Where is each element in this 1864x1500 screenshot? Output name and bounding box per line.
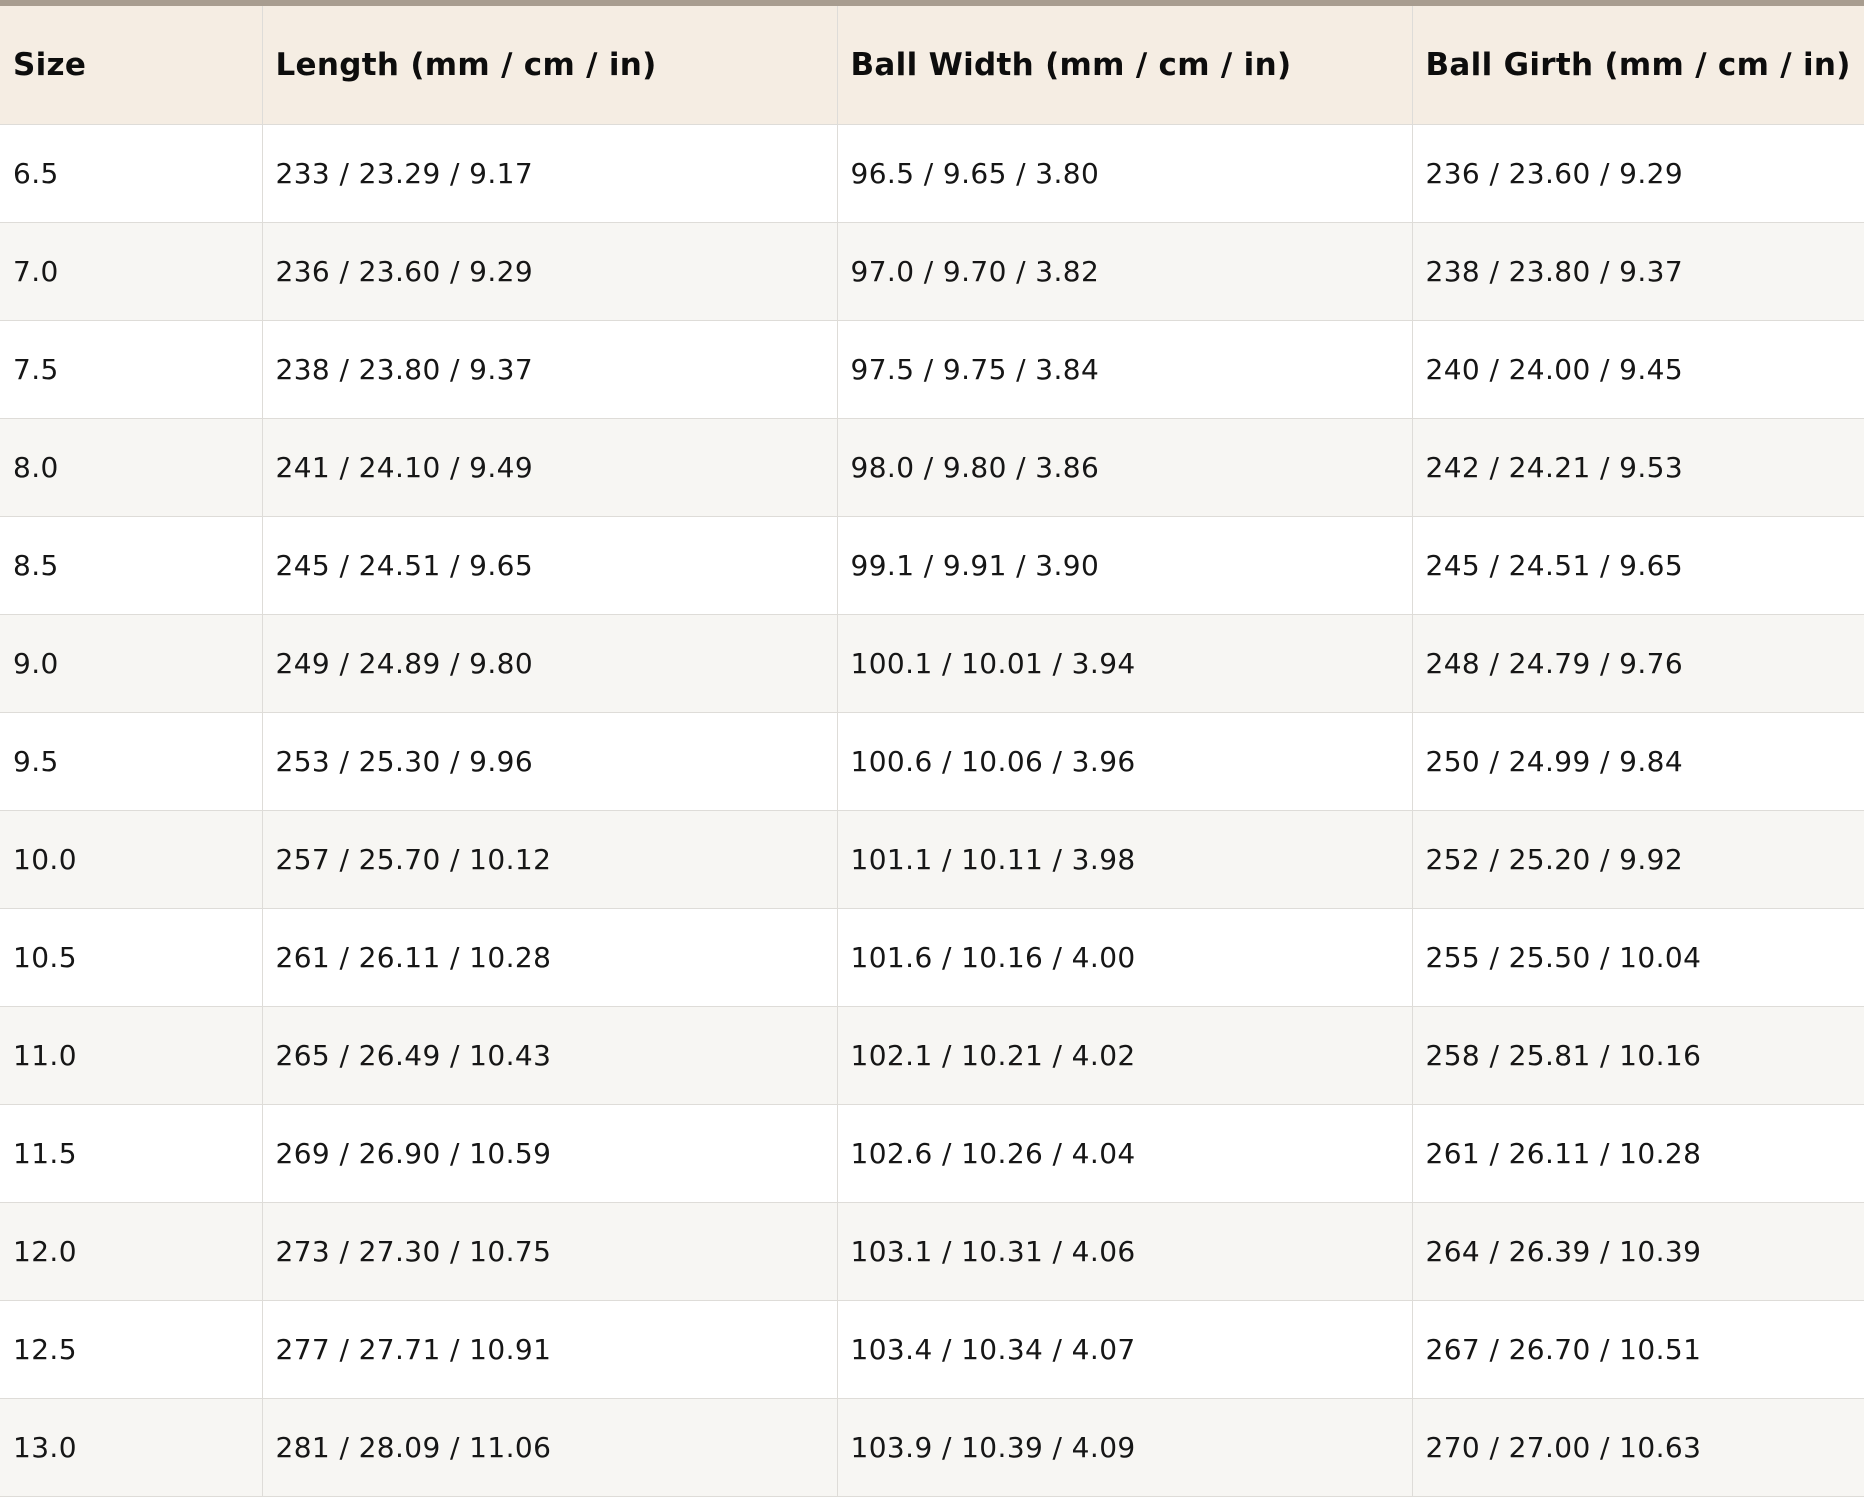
cell-ball-girth: 264 / 26.39 / 10.39 (1411, 1201, 1864, 1301)
cell-ball-width: 101.6 / 10.16 / 4.00 (836, 907, 1413, 1007)
table-header-row: Size Length (mm / cm / in) Ball Width (m… (0, 6, 1864, 125)
cell-ball-girth: 248 / 24.79 / 9.76 (1411, 613, 1864, 713)
cell-length: 236 / 23.60 / 9.29 (261, 221, 838, 321)
cell-ball-girth: 245 / 24.51 / 9.65 (1411, 515, 1864, 615)
cell-size: 9.5 (0, 711, 263, 811)
cell-size: 7.5 (0, 319, 263, 419)
cell-ball-width: 97.5 / 9.75 / 3.84 (836, 319, 1413, 419)
table-body: 6.5 233 / 23.29 / 9.17 96.5 / 9.65 / 3.80 2… (0, 123, 1864, 1497)
table-row: 7.5 238 / 23.80 / 9.37 97.5 / 9.75 / 3.84 2… (0, 319, 1864, 419)
cell-size: 12.5 (0, 1299, 263, 1399)
table-row: 13.0 281 / 28.09 / 11.06 103.9 / 10.39 / 4… (0, 1397, 1864, 1497)
cell-ball-girth: 238 / 23.80 / 9.37 (1411, 221, 1864, 321)
table-row: 10.0 257 / 25.70 / 10.12 101.1 / 10.11 / 3… (0, 809, 1864, 909)
cell-length: 281 / 28.09 / 11.06 (261, 1397, 838, 1497)
cell-size: 6.5 (0, 123, 263, 223)
cell-ball-girth: 252 / 25.20 / 9.92 (1411, 809, 1864, 909)
cell-ball-girth: 267 / 26.70 / 10.51 (1411, 1299, 1864, 1399)
cell-ball-girth: 255 / 25.50 / 10.04 (1411, 907, 1864, 1007)
table-row: 12.0 273 / 27.30 / 10.75 103.1 / 10.31 / 4… (0, 1201, 1864, 1301)
table-row: 6.5 233 / 23.29 / 9.17 96.5 / 9.65 / 3.80 2… (0, 123, 1864, 223)
cell-length: 238 / 23.80 / 9.37 (261, 319, 838, 419)
cell-ball-width: 96.5 / 9.65 / 3.80 (836, 123, 1413, 223)
cell-length: 253 / 25.30 / 9.96 (261, 711, 838, 811)
cell-ball-width: 103.4 / 10.34 / 4.07 (836, 1299, 1413, 1399)
table-row: 11.5 269 / 26.90 / 10.59 102.6 / 10.26 / 4… (0, 1103, 1864, 1203)
cell-size: 13.0 (0, 1397, 263, 1497)
cell-size: 8.5 (0, 515, 263, 615)
cell-ball-girth: 236 / 23.60 / 9.29 (1411, 123, 1864, 223)
cell-size: 11.5 (0, 1103, 263, 1203)
header-length: Length (mm / cm / in) (261, 6, 838, 125)
cell-ball-width: 102.6 / 10.26 / 4.04 (836, 1103, 1413, 1203)
cell-length: 245 / 24.51 / 9.65 (261, 515, 838, 615)
cell-ball-girth: 240 / 24.00 / 9.45 (1411, 319, 1864, 419)
cell-size: 9.0 (0, 613, 263, 713)
header-size: Size (0, 6, 263, 125)
cell-size: 7.0 (0, 221, 263, 321)
cell-ball-width: 101.1 / 10.11 / 3.98 (836, 809, 1413, 909)
cell-length: 265 / 26.49 / 10.43 (261, 1005, 838, 1105)
table-row: 9.5 253 / 25.30 / 9.96 100.6 / 10.06 / 3.9… (0, 711, 1864, 811)
table-row: 11.0 265 / 26.49 / 10.43 102.1 / 10.21 / 4… (0, 1005, 1864, 1105)
table-row: 12.5 277 / 27.71 / 10.91 103.4 / 10.34 / 4… (0, 1299, 1864, 1399)
cell-size: 12.0 (0, 1201, 263, 1301)
cell-ball-width: 103.9 / 10.39 / 4.09 (836, 1397, 1413, 1497)
cell-size: 10.5 (0, 907, 263, 1007)
cell-length: 249 / 24.89 / 9.80 (261, 613, 838, 713)
table-row: 7.0 236 / 23.60 / 9.29 97.0 / 9.70 / 3.82 2… (0, 221, 1864, 321)
cell-ball-girth: 258 / 25.81 / 10.16 (1411, 1005, 1864, 1105)
cell-ball-girth: 250 / 24.99 / 9.84 (1411, 711, 1864, 811)
cell-length: 277 / 27.71 / 10.91 (261, 1299, 838, 1399)
cell-ball-girth: 261 / 26.11 / 10.28 (1411, 1103, 1864, 1203)
table-row: 8.0 241 / 24.10 / 9.49 98.0 / 9.80 / 3.86 2… (0, 417, 1864, 517)
cell-ball-width: 100.1 / 10.01 / 3.94 (836, 613, 1413, 713)
cell-ball-width: 103.1 / 10.31 / 4.06 (836, 1201, 1413, 1301)
cell-size: 11.0 (0, 1005, 263, 1105)
cell-length: 273 / 27.30 / 10.75 (261, 1201, 838, 1301)
header-ball-girth: Ball Girth (mm / cm / in) (1411, 6, 1864, 125)
table-row: 9.0 249 / 24.89 / 9.80 100.1 / 10.01 / 3.9… (0, 613, 1864, 713)
table-row: 10.5 261 / 26.11 / 10.28 101.6 / 10.16 / 4… (0, 907, 1864, 1007)
cell-length: 257 / 25.70 / 10.12 (261, 809, 838, 909)
size-chart-table: Size Length (mm / cm / in) Ball Width (m… (0, 6, 1864, 1497)
cell-ball-girth: 270 / 27.00 / 10.63 (1411, 1397, 1864, 1497)
cell-ball-width: 99.1 / 9.91 / 3.90 (836, 515, 1413, 615)
cell-ball-width: 97.0 / 9.70 / 3.82 (836, 221, 1413, 321)
cell-ball-width: 102.1 / 10.21 / 4.02 (836, 1005, 1413, 1105)
header-ball-width: Ball Width (mm / cm / in) (836, 6, 1413, 125)
cell-ball-width: 98.0 / 9.80 / 3.86 (836, 417, 1413, 517)
cell-length: 269 / 26.90 / 10.59 (261, 1103, 838, 1203)
cell-length: 241 / 24.10 / 9.49 (261, 417, 838, 517)
cell-length: 261 / 26.11 / 10.28 (261, 907, 838, 1007)
cell-ball-girth: 242 / 24.21 / 9.53 (1411, 417, 1864, 517)
cell-size: 8.0 (0, 417, 263, 517)
cell-size: 10.0 (0, 809, 263, 909)
table-row: 8.5 245 / 24.51 / 9.65 99.1 / 9.91 / 3.90 2… (0, 515, 1864, 615)
cell-ball-width: 100.6 / 10.06 / 3.96 (836, 711, 1413, 811)
cell-length: 233 / 23.29 / 9.17 (261, 123, 838, 223)
